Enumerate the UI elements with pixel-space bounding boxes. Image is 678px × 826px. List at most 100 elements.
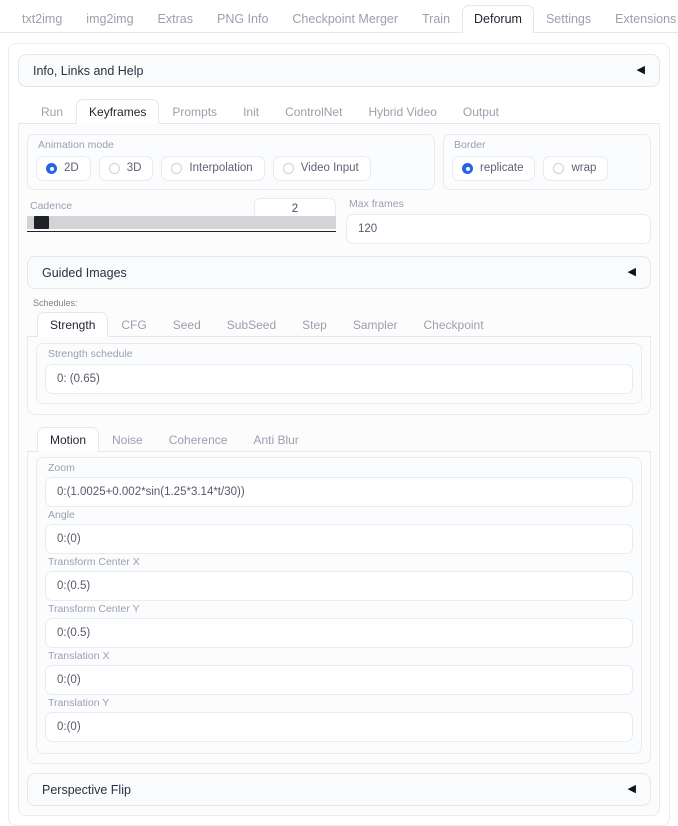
info-links-help-accordion[interactable]: Info, Links and Help ◀	[18, 54, 660, 87]
schedtab-sampler[interactable]: Sampler	[340, 312, 411, 337]
tab-train[interactable]: Train	[410, 5, 462, 34]
motiontab-motion[interactable]: Motion	[37, 427, 100, 452]
radio-label: wrap	[571, 161, 597, 174]
schedtab-seed[interactable]: Seed	[160, 312, 214, 337]
tab-txt2img[interactable]: txt2img	[10, 5, 74, 34]
tab-settings[interactable]: Settings	[534, 5, 603, 34]
cadence-slider[interactable]	[27, 216, 336, 232]
schedtab-cfg[interactable]: CFG	[108, 312, 159, 337]
perspective-flip-title: Perspective Flip	[42, 782, 131, 797]
radio-border-replicate[interactable]: replicate	[452, 156, 536, 181]
radio-dot-icon	[46, 163, 57, 174]
guided-images-title: Guided Images	[42, 265, 127, 280]
zoom-label: Zoom	[48, 462, 75, 474]
tab-png-info[interactable]: PNG Info	[205, 5, 280, 34]
animation-mode-label: Animation mode	[38, 139, 114, 151]
transform-center-x-input[interactable]: 0:(0.5)	[45, 571, 633, 601]
radio-border-wrap[interactable]: wrap	[543, 156, 609, 181]
deforum-subtab-bar: Run Keyframes Prompts Init ControlNet Hy…	[18, 97, 660, 124]
translation-x-label: Translation X	[48, 650, 110, 662]
motiontab-coherence[interactable]: Coherence	[156, 427, 241, 452]
tab-extras[interactable]: Extras	[146, 5, 205, 34]
border-options: replicate wrap	[452, 156, 642, 181]
subtab-run[interactable]: Run	[28, 99, 76, 124]
animation-mode-options: 2D 3D Interpolation Video Input	[36, 156, 426, 181]
zoom-field: Zoom 0:(1.0025+0.002*sin(1.25*3.14*t/30)…	[45, 462, 633, 507]
cadence-control: Cadence 2	[27, 198, 336, 232]
tab-deforum[interactable]: Deforum	[462, 4, 534, 33]
motiontab-noise[interactable]: Noise	[99, 427, 156, 452]
radio-label: Video Input	[300, 161, 359, 174]
subtab-output[interactable]: Output	[450, 99, 512, 124]
radio-label: 2D	[64, 161, 79, 174]
translation-y-input[interactable]: 0:(0)	[45, 712, 633, 742]
radio-label: replicate	[480, 161, 524, 174]
motiontab-anti-blur[interactable]: Anti Blur	[240, 427, 311, 452]
radio-dot-icon	[108, 163, 120, 174]
chevron-left-icon: ◀	[627, 783, 636, 795]
schedtab-subseed[interactable]: SubSeed	[214, 312, 289, 337]
strength-schedule-label: Strength schedule	[48, 348, 133, 360]
tab-checkpoint-merger[interactable]: Checkpoint Merger	[280, 5, 410, 34]
translation-x-field: Translation X 0:(0)	[45, 650, 633, 695]
radio-animation-mode-2d[interactable]: 2D	[36, 156, 91, 181]
strength-schedule-group: Strength schedule 0: (0.65)	[36, 343, 642, 404]
max-frames-control: Max frames 120	[346, 198, 651, 244]
schedules-tab-bar: Strength CFG Seed SubSeed Step Sampler C…	[27, 310, 651, 337]
guided-images-accordion[interactable]: Guided Images ◀	[27, 256, 651, 289]
angle-input[interactable]: 0:(0)	[45, 524, 633, 554]
chevron-left-icon: ◀	[627, 266, 636, 278]
tab-img2img[interactable]: img2img	[74, 5, 145, 34]
motion-tab-body: Zoom 0:(1.0025+0.002*sin(1.25*3.14*t/30)…	[27, 452, 651, 764]
motion-tab-bar: Motion Noise Coherence Anti Blur	[27, 425, 651, 452]
slider-handle[interactable]	[34, 216, 49, 229]
cadence-and-maxframes-row: Cadence 2 Max frames 120	[27, 198, 651, 244]
subtab-controlnet[interactable]: ControlNet	[272, 99, 355, 124]
deforum-panel: Info, Links and Help ◀ Run Keyframes Pro…	[8, 43, 670, 826]
transform-center-x-field: Transform Center X 0:(0.5)	[45, 556, 633, 601]
main-tab-bar: txt2img img2img Extras PNG Info Checkpoi…	[0, 0, 678, 33]
schedules-label: Schedules:	[33, 298, 78, 308]
border-group: Border replicate wrap	[443, 134, 651, 190]
keyframes-tab-body: Animation mode 2D 3D Interpolation Video…	[18, 124, 660, 816]
max-frames-label: Max frames	[349, 198, 404, 210]
angle-field: Angle 0:(0)	[45, 509, 633, 554]
max-frames-input[interactable]: 120	[346, 214, 651, 244]
border-label: Border	[454, 139, 486, 151]
transform-center-x-label: Transform Center X	[48, 556, 140, 568]
radio-label: Interpolation	[189, 161, 253, 174]
translation-y-field: Translation Y 0:(0)	[45, 697, 633, 742]
mode-and-border-row: Animation mode 2D 3D Interpolation Video…	[27, 134, 651, 190]
subtab-keyframes[interactable]: Keyframes	[76, 99, 160, 124]
angle-label: Angle	[48, 509, 75, 521]
slider-track[interactable]	[27, 216, 336, 229]
slider-rail	[27, 231, 336, 232]
radio-dot-icon	[171, 163, 183, 174]
subtab-hybrid-video[interactable]: Hybrid Video	[355, 99, 449, 124]
transform-center-y-field: Transform Center Y 0:(0.5)	[45, 603, 633, 648]
radio-dot-icon	[462, 163, 473, 174]
animation-mode-group: Animation mode 2D 3D Interpolation Video…	[27, 134, 435, 190]
translation-x-input[interactable]: 0:(0)	[45, 665, 633, 695]
subtab-prompts[interactable]: Prompts	[159, 99, 230, 124]
strength-schedule-input[interactable]: 0: (0.65)	[45, 364, 633, 394]
zoom-input[interactable]: 0:(1.0025+0.002*sin(1.25*3.14*t/30))	[45, 477, 633, 507]
radio-animation-mode-interpolation[interactable]: Interpolation	[161, 156, 265, 181]
tab-extensions[interactable]: Extensions	[603, 5, 678, 34]
perspective-flip-accordion[interactable]: Perspective Flip ◀	[27, 773, 651, 806]
translation-y-label: Translation Y	[48, 697, 110, 709]
radio-label: 3D	[126, 161, 142, 174]
subtab-init[interactable]: Init	[230, 99, 272, 124]
schedtab-checkpoint[interactable]: Checkpoint	[411, 312, 497, 337]
radio-animation-mode-3d[interactable]: 3D	[98, 156, 154, 181]
chevron-left-icon: ◀	[636, 64, 645, 76]
transform-center-y-input[interactable]: 0:(0.5)	[45, 618, 633, 648]
radio-dot-icon	[553, 163, 565, 174]
info-links-help-title: Info, Links and Help	[33, 63, 144, 78]
motion-fields-group: Zoom 0:(1.0025+0.002*sin(1.25*3.14*t/30)…	[36, 457, 642, 754]
schedtab-step[interactable]: Step	[289, 312, 340, 337]
radio-animation-mode-video-input[interactable]: Video Input	[272, 156, 371, 181]
schedtab-strength[interactable]: Strength	[37, 312, 109, 337]
deforum-app: txt2img img2img Extras PNG Info Checkpoi…	[0, 0, 678, 826]
radio-dot-icon	[282, 163, 294, 174]
